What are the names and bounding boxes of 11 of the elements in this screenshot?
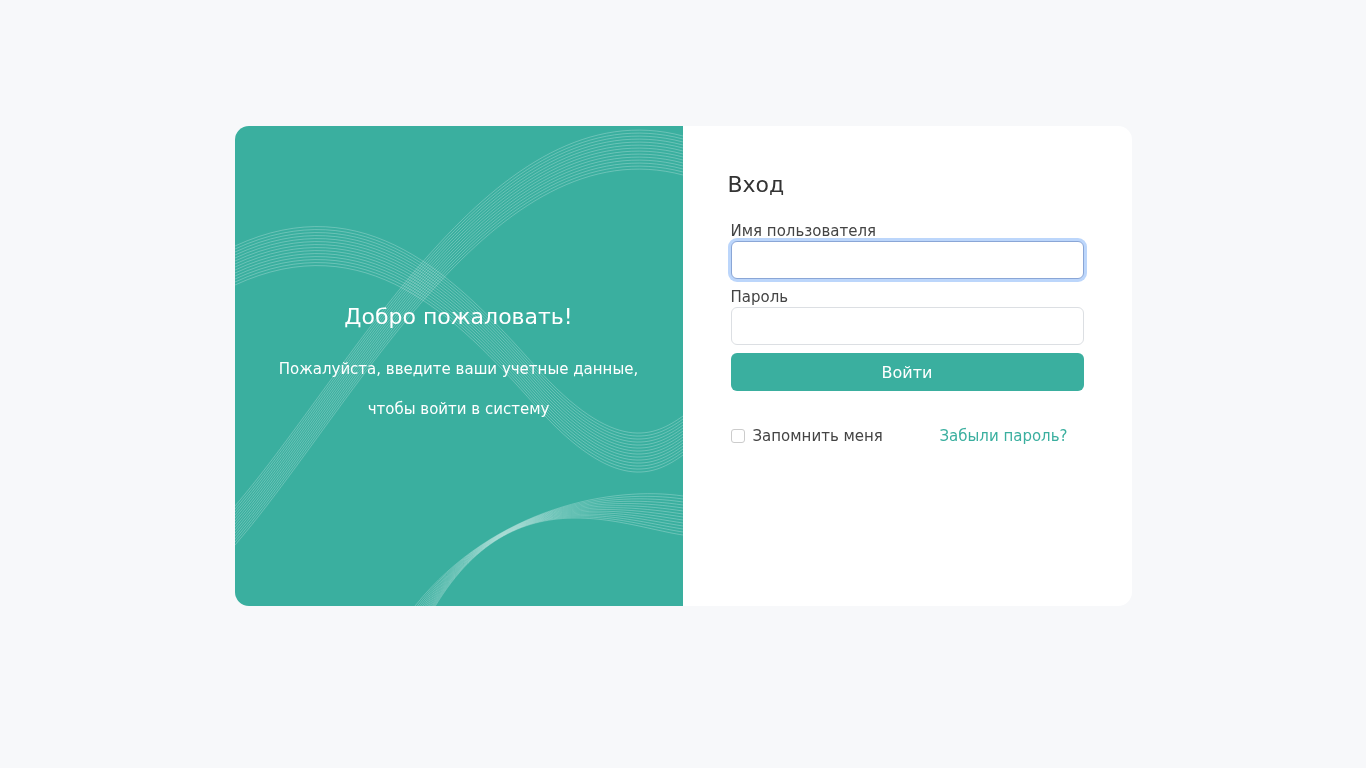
form-title: Вход — [727, 172, 786, 197]
checkbox[interactable] — [730, 429, 745, 443]
input-field[interactable] — [730, 241, 1084, 279]
field-label: Пароль — [730, 287, 790, 307]
welcome-title: Добро пожаловать! — [344, 303, 573, 329]
checkbox-label: Запомнить меня — [752, 427, 883, 445]
welcome-text: Пожалуйста, введите ваши учетные данные, — [278, 358, 639, 380]
forgot-password-link[interactable]: Забыли пароль? — [939, 427, 1068, 445]
login-button[interactable]: Войти — [730, 353, 1084, 391]
welcome-text: чтобы войти в систему — [367, 398, 550, 420]
field-label: Имя пользователя — [730, 221, 877, 241]
